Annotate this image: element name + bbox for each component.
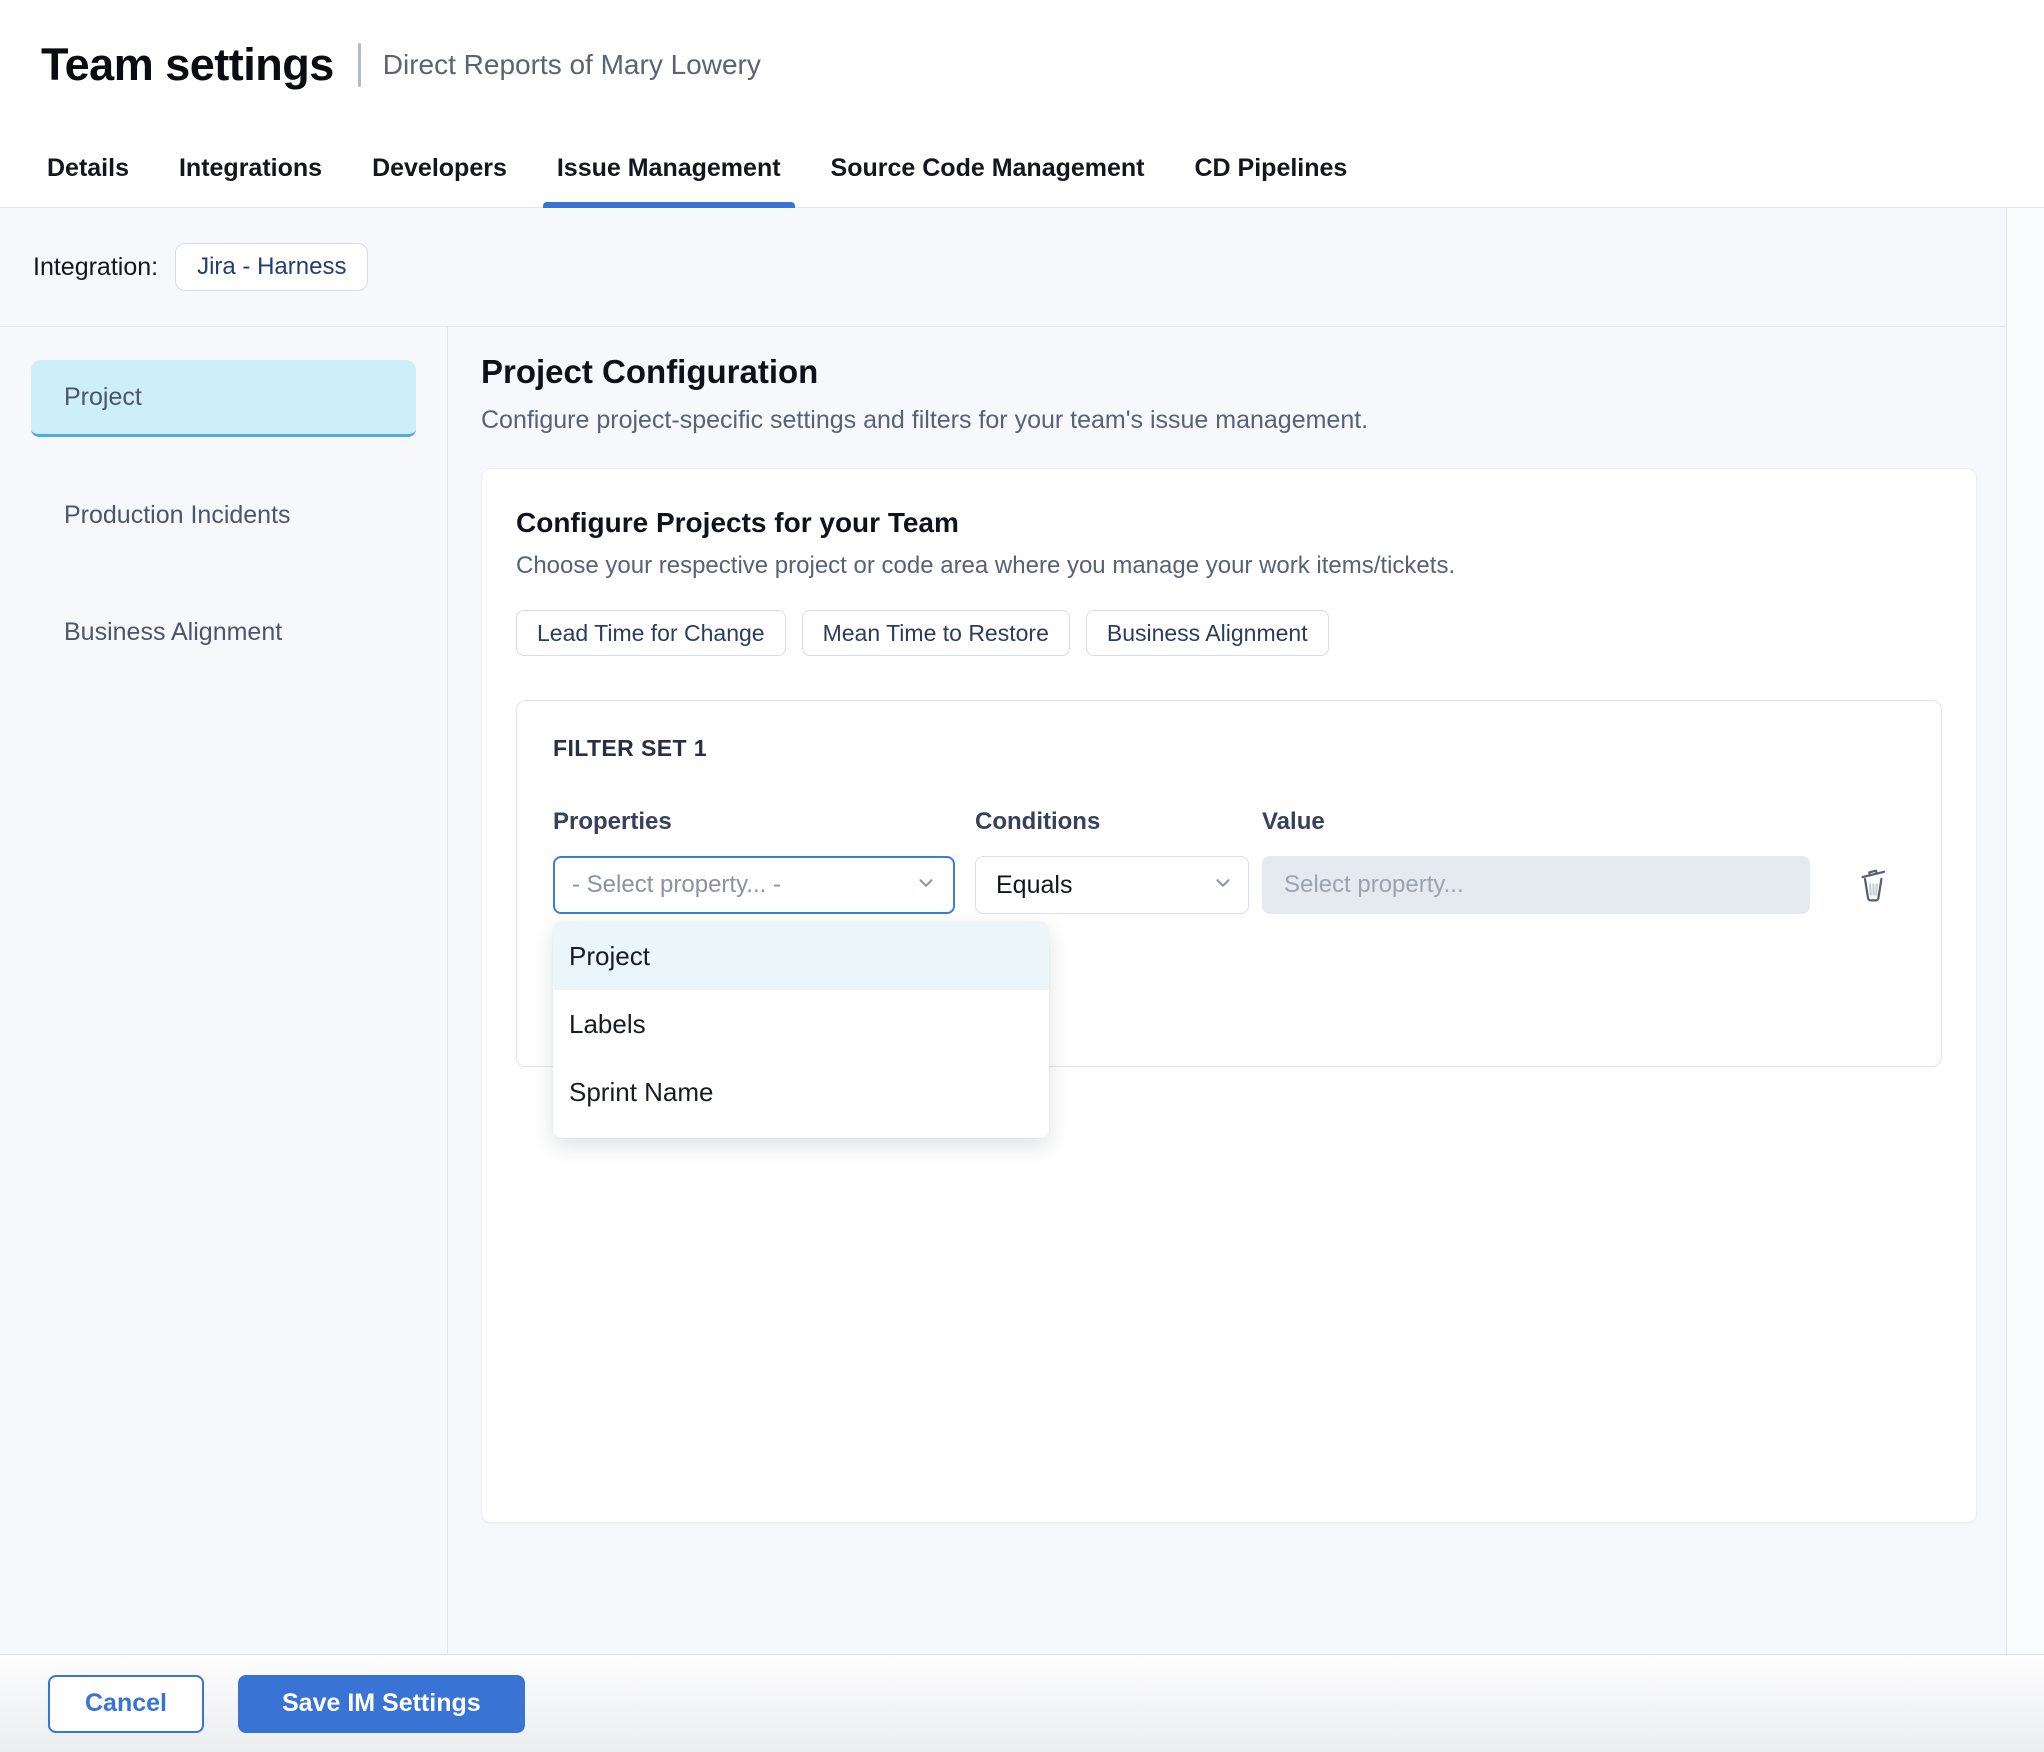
- tab-developers[interactable]: Developers: [358, 130, 521, 207]
- page-header: Team settings Direct Reports of Mary Low…: [0, 0, 2044, 130]
- chip-lead-time-for-change[interactable]: Lead Time for Change: [516, 610, 786, 656]
- team-settings-page: Team settings Direct Reports of Mary Low…: [0, 0, 2044, 1752]
- tab-cd-pipelines[interactable]: CD Pipelines: [1181, 130, 1362, 207]
- filter-column-headers: Properties Conditions Value: [553, 808, 1905, 836]
- filter-set-panel: FILTER SET 1 Properties Conditions Value…: [516, 700, 1942, 1138]
- integration-chip[interactable]: Jira - Harness: [175, 243, 369, 291]
- sidebar: Project Production Incidents Business Al…: [0, 327, 448, 1654]
- cancel-button[interactable]: Cancel: [48, 1674, 204, 1733]
- sidebar-item-project[interactable]: Project: [31, 360, 416, 437]
- property-select[interactable]: - Select property... - Project Labels Sp…: [553, 856, 1049, 1138]
- title-separator: [357, 43, 361, 87]
- filter-set-title: FILTER SET 1: [553, 735, 707, 761]
- section-title: Project Configuration: [481, 353, 819, 390]
- content-panel: Project Configuration Configure project-…: [448, 327, 2044, 1654]
- trash-icon: [1856, 869, 1890, 908]
- tab-bar: Details Integrations Developers Issue Ma…: [0, 130, 2044, 208]
- condition-select-value: Equals: [996, 870, 1073, 899]
- body-row: Project Production Incidents Business Al…: [0, 327, 2044, 1654]
- integration-row: Integration: Jira - Harness: [0, 208, 2044, 327]
- condition-select[interactable]: Equals: [975, 856, 1249, 914]
- sidebar-item-business-alignment[interactable]: Business Alignment: [31, 594, 416, 671]
- section-subtitle: Configure project-specific settings and …: [481, 406, 1369, 434]
- card-subtitle: Choose your respective project or code a…: [516, 552, 1456, 579]
- column-label-value: Value: [1262, 808, 1325, 835]
- dropdown-option-project[interactable]: Project: [553, 922, 1049, 990]
- delete-filter-button[interactable]: [1856, 865, 1890, 905]
- value-input[interactable]: [1262, 856, 1810, 914]
- card-title: Configure Projects for your Team: [516, 507, 959, 538]
- sidebar-item-production-incidents[interactable]: Production Incidents: [31, 477, 416, 554]
- chip-business-alignment[interactable]: Business Alignment: [1085, 610, 1329, 656]
- property-select-placeholder: - Select property... -: [572, 871, 781, 898]
- property-dropdown-menu: Project Labels Sprint Name: [553, 922, 1049, 1138]
- chevron-down-icon: [1212, 872, 1234, 899]
- page-subtitle: Direct Reports of Mary Lowery: [382, 49, 761, 80]
- chip-mean-time-to-restore[interactable]: Mean Time to Restore: [801, 610, 1070, 656]
- dropdown-option-labels[interactable]: Labels: [553, 990, 1049, 1058]
- footer-action-bar: Cancel Save IM Settings: [0, 1654, 2044, 1752]
- tab-integrations[interactable]: Integrations: [165, 130, 336, 207]
- page-title: Team settings: [41, 39, 334, 90]
- integration-label: Integration:: [33, 252, 159, 281]
- tab-source-code-management[interactable]: Source Code Management: [817, 130, 1159, 207]
- main-area: Integration: Jira - Harness Project Prod…: [0, 208, 2044, 1654]
- tab-issue-management[interactable]: Issue Management: [542, 130, 795, 208]
- tab-details[interactable]: Details: [33, 130, 143, 207]
- filter-row: - Select property... - Project Labels Sp…: [553, 856, 1905, 1138]
- save-im-settings-button[interactable]: Save IM Settings: [237, 1674, 525, 1733]
- chevron-down-icon: [915, 872, 937, 899]
- column-label-conditions: Conditions: [975, 808, 1101, 835]
- configure-projects-card: Configure Projects for your Team Choose …: [481, 468, 1977, 1523]
- column-label-properties: Properties: [553, 808, 672, 835]
- metric-chips: Lead Time for Change Mean Time to Restor…: [516, 610, 1942, 656]
- dropdown-option-sprint-name[interactable]: Sprint Name: [553, 1058, 1049, 1126]
- scrollbar-gutter[interactable]: [2006, 208, 2044, 1654]
